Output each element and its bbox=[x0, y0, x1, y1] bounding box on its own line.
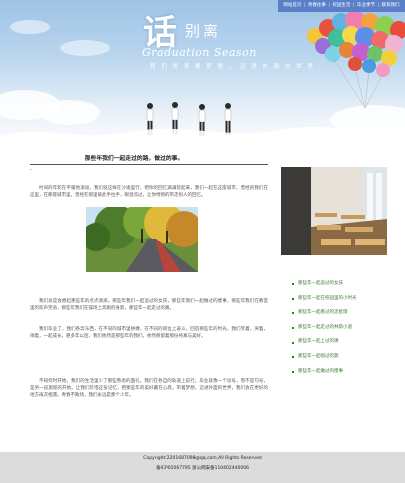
header-banner: 话 别离 Graduation Season 我 们 将 承 载 梦 想 ， 迈… bbox=[0, 0, 405, 150]
article-paragraph: 时间的年轮在平缓地滚动，我们就这样在沙滩里行，把你的回忆满满装起来，我们一起在这… bbox=[30, 185, 268, 198]
classroom-photo bbox=[281, 167, 387, 255]
nav-item-home[interactable]: 网站首页 bbox=[281, 0, 304, 12]
sidebar-link-list: 那些年一起追过的女孩 那些年一起在校园里的小时光 那些年一起看过的流星雨 那些年… bbox=[292, 277, 357, 379]
balloons-illustration bbox=[307, 10, 405, 108]
site-title-rest: 别离 bbox=[185, 22, 222, 40]
footer: Copyright:2201687098@qq.com,All Rights R… bbox=[0, 452, 405, 483]
bullet-icon bbox=[292, 312, 294, 315]
site-title-main: 话 bbox=[143, 13, 177, 53]
nav-item-youth[interactable]: 青春往事 bbox=[305, 0, 328, 12]
footer-icp: 备ICP05067795 浙公网安备110402440006 bbox=[156, 466, 249, 471]
bullet-icon bbox=[292, 341, 294, 344]
bullet-icon bbox=[292, 370, 294, 373]
nav-item-graduation[interactable]: 毕业季节 bbox=[354, 0, 377, 12]
sidebar-link[interactable]: 那些年一起做过的傻事 bbox=[292, 365, 357, 380]
sidebar-link[interactable]: 那些年一起追过的女孩 bbox=[292, 277, 357, 292]
article-paragraph: 不知何时开始，我们的生活里少了那些熟悉的面孔，我们在各自的轨道上前行。毕业就像一… bbox=[30, 378, 268, 399]
nav-item-campus[interactable]: 校园生活 bbox=[330, 0, 353, 12]
title-divider bbox=[30, 164, 268, 165]
campus-road-photo bbox=[86, 207, 198, 272]
bullet-icon bbox=[292, 297, 294, 300]
wave-decoration bbox=[0, 126, 405, 150]
sidebar-link[interactable]: 那些年一起走过的林荫小道 bbox=[292, 321, 357, 336]
sidebar-link[interactable]: 那些年一起看过的流星雨 bbox=[292, 306, 357, 321]
bullet-icon bbox=[292, 283, 294, 286]
footer-copyright: Copyright:2201687098@qq.com,All Rights R… bbox=[143, 456, 262, 461]
bullet-icon bbox=[292, 327, 294, 330]
sidebar-link[interactable]: 那些年一起上过的课 bbox=[292, 335, 357, 350]
article-dash: - bbox=[30, 167, 32, 173]
sidebar-link[interactable]: 那些年一起唱过的歌 bbox=[292, 350, 357, 365]
article-paragraph: 我们总是会想起那些年的点点滴滴，那些年我们一起追过的女孩，那些年我们一起做过的傻… bbox=[30, 298, 268, 311]
bullet-icon bbox=[292, 356, 294, 359]
tagline: 我 们 将 承 载 梦 想 ， 迈 进 外 面 的 世 界 bbox=[150, 64, 315, 70]
site-title-english: Graduation Season bbox=[142, 46, 257, 59]
sidebar-link[interactable]: 那些年一起在校园里的小时光 bbox=[292, 292, 357, 307]
article-title: 那些年我们一起走过的路，做过的事。 bbox=[84, 156, 184, 162]
nav-item-contact[interactable]: 联系我们 bbox=[379, 0, 402, 12]
article-paragraph: 我们毕业了，我们各奔东西，在不同的城市里拼搏，在不同的岗位上奋斗。回首那些年的时… bbox=[30, 326, 268, 339]
top-navigation: 网站首页 | 青春往事 | 校园生活 | 毕业季节 | 联系我们 bbox=[277, 0, 405, 12]
